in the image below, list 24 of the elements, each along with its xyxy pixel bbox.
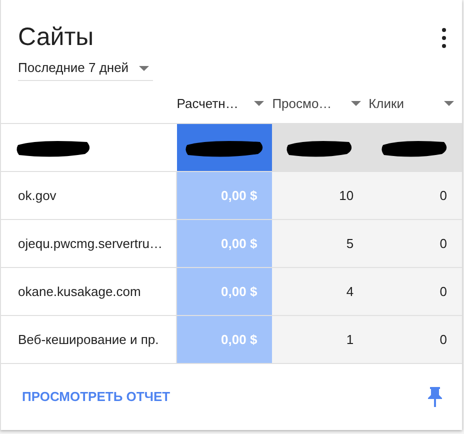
- dropdown-caret-icon: [139, 66, 149, 70]
- table-cell: 1: [272, 316, 369, 363]
- dropdown-caret-icon: [254, 101, 264, 106]
- table-cell: 0,00 $: [176, 316, 272, 363]
- table-cell: 0: [368, 316, 462, 363]
- table-cell: 0,00 $: [176, 220, 272, 267]
- table-cell: 0,00 $: [176, 172, 272, 219]
- period-dropdown[interactable]: Последние 7 дней: [18, 56, 153, 81]
- view-report-link[interactable]: ПРОСМОТРЕТЬ ОТЧЕТ: [22, 387, 170, 407]
- table-cell: 0,00 $: [176, 268, 272, 315]
- dropdown-caret-icon: [350, 101, 361, 106]
- card-title: Сайты: [18, 22, 94, 52]
- table-cell: 0: [368, 268, 462, 315]
- more-menu-icon[interactable]: [440, 28, 448, 48]
- table-cell: 4: [272, 268, 369, 315]
- column-header[interactable]: Просмо…: [272, 84, 369, 123]
- table-cell: 5: [272, 220, 369, 267]
- pin-icon[interactable]: [428, 387, 442, 407]
- table-cell: 10: [272, 172, 369, 219]
- column-header[interactable]: Клики: [368, 84, 462, 123]
- column-header[interactable]: Расчетн…: [176, 84, 272, 123]
- dropdown-caret-icon: [444, 101, 454, 106]
- table-cell: 0: [368, 172, 462, 219]
- table-cell: 0: [368, 220, 462, 267]
